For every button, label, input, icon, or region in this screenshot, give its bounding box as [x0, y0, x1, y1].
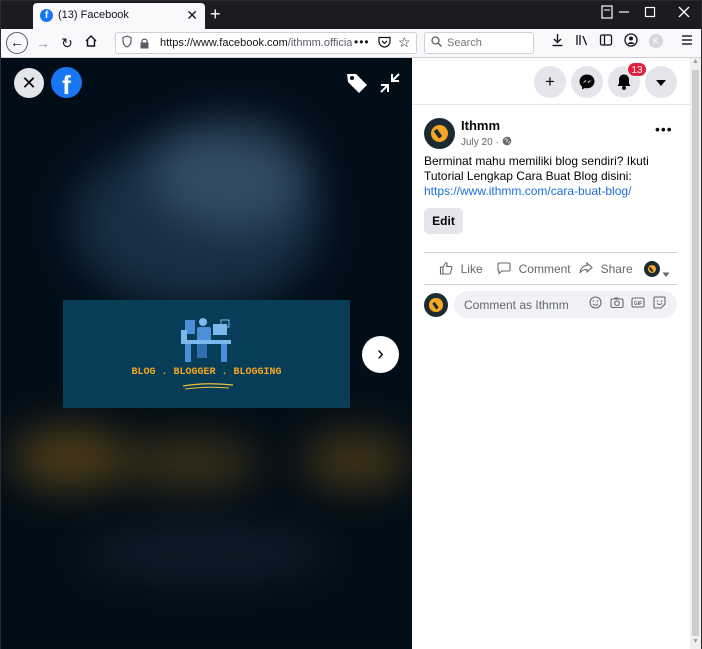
blurred-background — [121, 438, 261, 488]
tab-facebook[interactable]: f (13) Facebook ✕ — [33, 3, 205, 29]
maximize-button[interactable] — [644, 5, 656, 22]
tab-strip: f (13) Facebook ✕ + — [1, 1, 701, 29]
forward-button[interactable]: → — [33, 33, 53, 53]
close-viewer-button[interactable]: ✕ — [14, 68, 44, 98]
post-link[interactable]: https://www.ithmm.com/cara-buat-blog/ — [424, 184, 631, 198]
minimize-button[interactable] — [618, 5, 630, 22]
search-box[interactable] — [424, 32, 534, 54]
globe-icon — [502, 136, 511, 146]
downloads-icon[interactable] — [551, 33, 564, 50]
camera-icon[interactable] — [610, 296, 624, 312]
scroll-down-arrow-icon[interactable]: ▼ — [692, 638, 699, 645]
like-label: Like — [460, 262, 483, 276]
emoji-icon[interactable] — [589, 296, 602, 312]
navigation-bar: ← → ↻ https://www.facebook.com/ithmm.off… — [1, 29, 701, 58]
tab-title: (13) Facebook — [58, 9, 129, 21]
edit-button[interactable]: Edit — [424, 208, 463, 234]
notification-badge: 13 — [627, 62, 647, 77]
url-host: https://www.facebook.com — [160, 37, 288, 49]
comment-label: Comment — [518, 262, 571, 276]
share-icon — [579, 261, 597, 276]
url-text[interactable]: https://www.facebook.com/ithmm.officia — [160, 37, 352, 49]
facebook-favicon-icon: f — [40, 9, 53, 22]
library-icon[interactable] — [575, 33, 589, 50]
browser-window: f (13) Facebook ✕ + ← → ↻ https://www.fa… — [0, 0, 702, 649]
reload-button[interactable]: ↻ — [57, 33, 77, 53]
post-options-icon[interactable]: ••• — [655, 121, 673, 137]
post-as-caret-icon[interactable] — [662, 265, 670, 283]
top-bar: + 13 — [412, 58, 690, 105]
create-button[interactable]: + — [534, 66, 566, 98]
divider — [424, 252, 677, 253]
comment-icon — [497, 261, 515, 276]
search-input[interactable] — [447, 35, 531, 51]
menu-icon[interactable] — [681, 33, 693, 50]
search-icon — [431, 36, 442, 50]
share-label: Share — [600, 262, 633, 276]
messenger-button[interactable] — [571, 66, 603, 98]
extension-avatar-icon[interactable]: K — [649, 34, 663, 48]
comment-box[interactable]: Comment as Ithmm GIF — [454, 291, 677, 318]
commenter-avatar[interactable] — [424, 293, 448, 317]
sidebar-icon[interactable] — [599, 33, 613, 50]
gif-icon[interactable]: GIF — [631, 296, 645, 312]
bookmark-star-icon[interactable]: ☆ — [398, 34, 411, 51]
thumbs-up-icon — [439, 261, 457, 276]
blurred-background — [301, 433, 411, 488]
scrollbar-thumb[interactable] — [692, 70, 699, 636]
author-avatar[interactable] — [424, 118, 455, 149]
tracking-shield-icon[interactable] — [122, 35, 132, 51]
post-image[interactable]: BLOG . BLOGGER . BLOGGING — [63, 300, 350, 408]
messenger-icon — [579, 74, 595, 90]
exit-fullscreen-icon[interactable] — [379, 72, 401, 94]
like-button[interactable]: Like — [439, 261, 483, 276]
account-icon[interactable] — [624, 33, 638, 50]
comment-button[interactable]: Comment — [497, 261, 571, 276]
scroll-up-arrow-icon[interactable]: ▲ — [692, 58, 699, 65]
post-author[interactable]: Ithmm — [461, 118, 500, 133]
lock-icon[interactable] — [140, 36, 149, 49]
tab-close-button[interactable]: ✕ — [186, 7, 198, 24]
account-menu-button[interactable] — [645, 66, 677, 98]
url-path: /ithmm.officia — [287, 37, 352, 49]
svg-text:GIF: GIF — [634, 301, 642, 307]
post-date[interactable]: July 20 · — [461, 136, 512, 148]
divider — [424, 284, 677, 285]
pocket-icon[interactable] — [378, 36, 391, 51]
new-tab-button[interactable]: + — [210, 4, 221, 25]
blogger-desk-illustration — [181, 318, 234, 390]
facebook-logo-icon[interactable]: f — [51, 67, 82, 98]
post-date-text: July 20 · — [461, 137, 499, 148]
photo-viewer: BLOG . BLOGGER . BLOGGING ✕ f › — [1, 58, 412, 649]
next-photo-button[interactable]: › — [362, 336, 399, 373]
caret-down-icon — [656, 80, 666, 86]
close-window-button[interactable] — [678, 5, 690, 22]
share-button[interactable]: Share — [579, 261, 633, 276]
tag-icon[interactable] — [344, 70, 370, 96]
page-scrollbar[interactable]: ▲ ▼ — [690, 58, 701, 649]
sticker-icon[interactable] — [653, 296, 666, 312]
post-text: Berminat mahu memiliki blog sendiri? Iku… — [424, 154, 649, 183]
post-panel: + 13 Ithmm July 20 · ••• Berminat mahu m… — [412, 58, 690, 649]
url-bar[interactable]: https://www.facebook.com/ithmm.officia •… — [115, 32, 417, 54]
blurred-background — [81, 528, 331, 578]
image-caption: BLOG . BLOGGER . BLOGGING — [131, 367, 282, 378]
post-as-avatar[interactable] — [644, 261, 660, 277]
comment-input[interactable]: Comment as Ithmm — [464, 298, 569, 312]
page-actions-icon[interactable]: ••• — [354, 35, 370, 49]
tab-list-icon[interactable] — [601, 5, 613, 22]
back-button[interactable]: ← — [6, 32, 28, 54]
blurred-background — [151, 118, 311, 228]
home-button[interactable] — [81, 33, 101, 53]
blurred-background — [11, 428, 131, 488]
